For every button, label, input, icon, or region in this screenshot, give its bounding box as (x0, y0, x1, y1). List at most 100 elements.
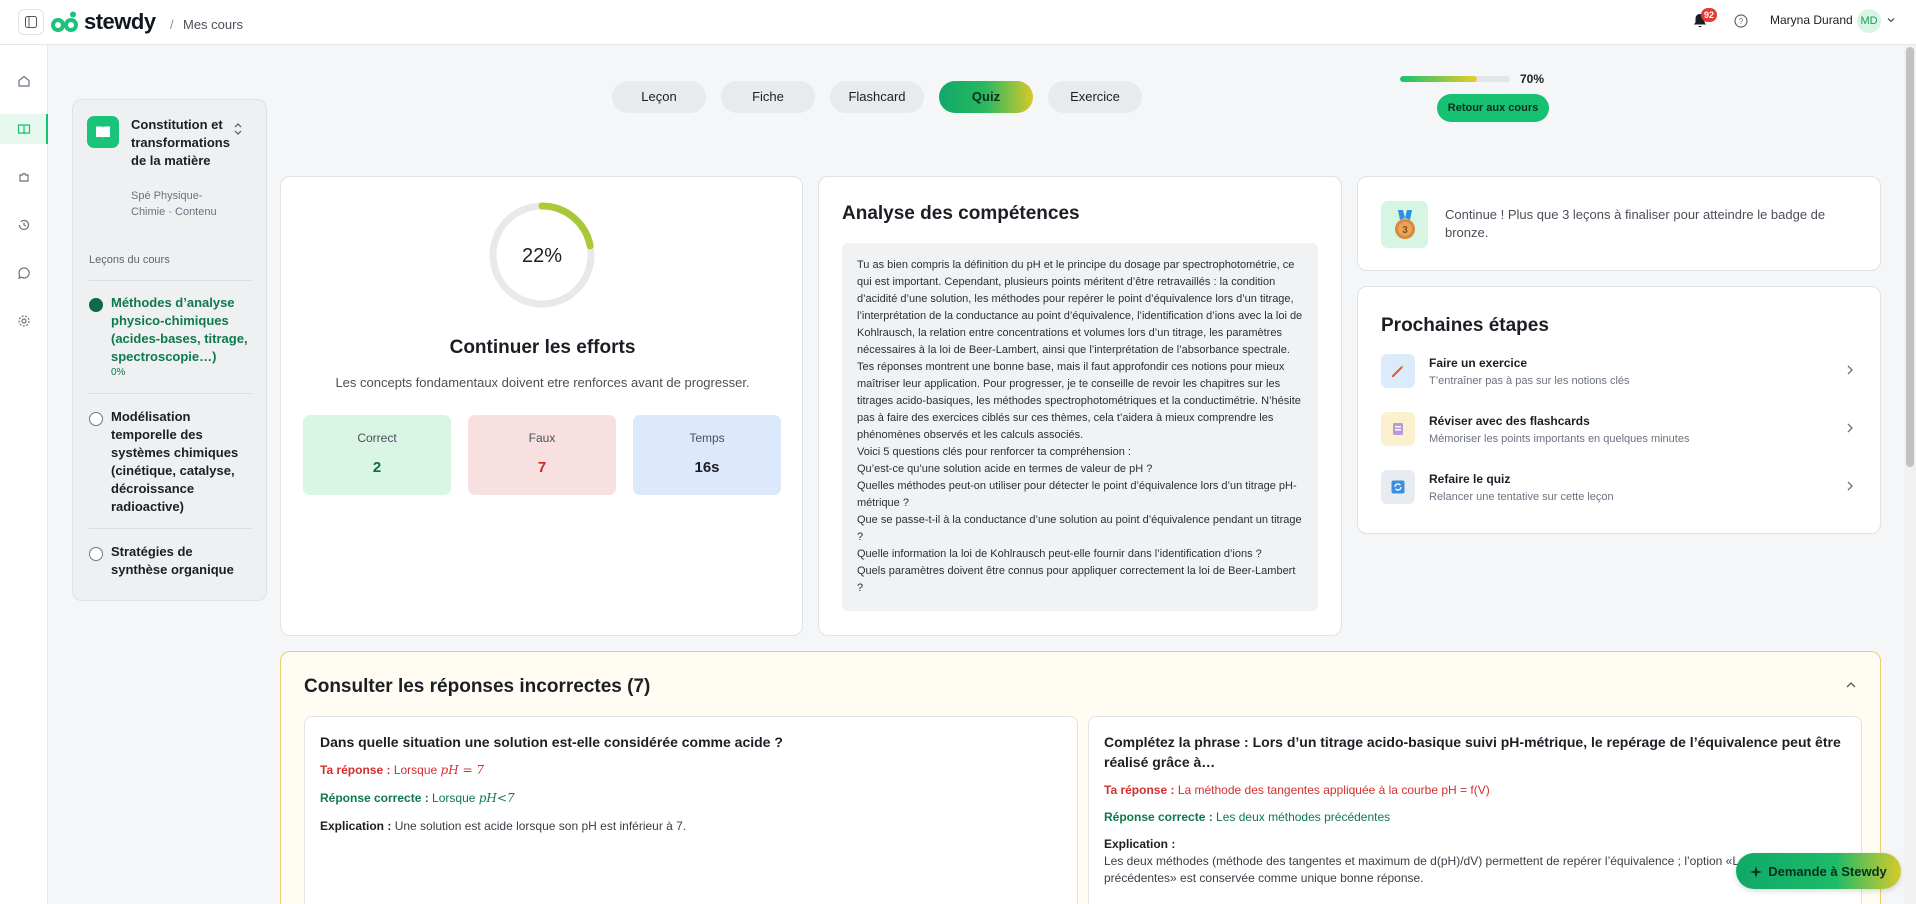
rail-item-settings[interactable] (0, 306, 48, 336)
svg-text:?: ? (1739, 17, 1744, 26)
your-answer: Ta réponse : Lorsque pH = 7 (320, 762, 1065, 779)
history-icon (18, 219, 30, 231)
badge-icon-tile: 3 (1381, 201, 1428, 248)
rail-item-home[interactable] (0, 66, 48, 96)
explanation-text: Une solution est acide lorsque son pH es… (394, 819, 687, 833)
scrollbar-thumb[interactable] (1906, 47, 1914, 467)
correct-answer-label: Réponse correcte : (1104, 810, 1213, 824)
time-stat: Temps 16s (633, 415, 781, 495)
tab-lecon[interactable]: Leçon (612, 81, 706, 113)
correct-value: 2 (372, 459, 382, 476)
course-progress-fill (1400, 76, 1477, 82)
svg-text:3: 3 (1402, 225, 1408, 236)
rail-item-exercises[interactable] (0, 162, 48, 192)
skills-analysis-card: Analyse des compétences Tu as bien compr… (818, 176, 1342, 636)
analysis-question: Quels paramètres doivent être connus pou… (857, 565, 1296, 594)
next-step-exercise[interactable]: Faire un exercice T’entraîner pas à pas … (1381, 354, 1861, 394)
explanation: Explication : Une solution est acide lor… (320, 818, 1065, 835)
incorrect-answers-panel: Consulter les réponses incorrectes (7) D… (280, 651, 1881, 904)
analysis-title: Analyse des compétences (842, 203, 1080, 224)
score-title: Continuer les efforts (449, 337, 636, 358)
explanation-label: Explication : (1104, 837, 1176, 851)
lesson-item[interactable]: Méthodes d’analyse physico-chimiques (ac… (89, 294, 259, 384)
question-text: Complétez la phrase : Lors d’un titrage … (1104, 734, 1841, 770)
app-logo[interactable]: stewdy (50, 8, 156, 36)
tab-exercice[interactable]: Exercice (1048, 81, 1142, 113)
correct-stat: Correct 2 (303, 415, 451, 495)
correct-answer-label: Réponse correcte : (320, 791, 429, 805)
next-step-retake-quiz[interactable]: Refaire le quiz Relancer une tentative s… (1381, 470, 1861, 510)
step-subtitle: T’entraîner pas à pas sur les notions cl… (1429, 375, 1630, 387)
incorrect-answers-title[interactable]: Consulter les réponses incorrectes (7) (304, 676, 650, 698)
ask-stewdy-button[interactable]: Demande à Stewdy (1736, 853, 1901, 889)
flashcard-icon (1393, 423, 1403, 435)
notification-badge: 92 (1701, 8, 1718, 22)
correct-answer-text: Les deux méthodes précédentes (1216, 810, 1391, 824)
lesson-item[interactable]: Modélisation temporelle des systèmes chi… (89, 408, 259, 514)
your-answer-label: Ta réponse : (320, 763, 391, 777)
rail-item-history[interactable] (0, 210, 48, 240)
chat-icon (18, 267, 30, 279)
course-progress-bar (1400, 76, 1510, 82)
lesson-status-dot (89, 298, 103, 312)
next-steps-title: Prochaines étapes (1381, 315, 1549, 336)
analysis-question: Quelles méthodes peut-on utiliser pour d… (857, 480, 1297, 509)
chevron-down-icon[interactable] (1886, 15, 1896, 25)
analysis-questions-intro: Voici 5 questions clés pour renforcer ta… (857, 446, 1131, 458)
book-icon (17, 124, 31, 135)
divider (89, 528, 252, 529)
chevron-up-down-icon[interactable] (233, 122, 243, 136)
your-answer-math: pH = 7 (440, 763, 484, 777)
ask-stewdy-label: Demande à Stewdy (1768, 863, 1887, 879)
user-name[interactable]: Maryna Durand (1770, 13, 1853, 27)
next-step-flashcards[interactable]: Réviser avec des flashcards Mémoriser le… (1381, 412, 1861, 452)
analysis-text: Tu as bien compris la définition du pH e… (842, 243, 1318, 611)
your-answer-text: Lorsque (393, 763, 441, 777)
incorrect-answer-card: Dans quelle situation une solution est-e… (304, 716, 1078, 904)
open-book-icon (96, 126, 110, 138)
correct-answer: Réponse correcte : Les deux méthodes pré… (1104, 809, 1849, 826)
tab-quiz[interactable]: Quiz (939, 81, 1033, 113)
your-answer-label: Ta réponse : (1104, 783, 1175, 797)
home-icon (18, 75, 30, 87)
lesson-status-dot (89, 412, 103, 426)
rail-item-chat[interactable] (0, 258, 48, 288)
lesson-title: Stratégies de synthèse organique (111, 544, 234, 577)
back-to-courses-button[interactable]: Retour aux cours (1437, 94, 1549, 122)
analysis-paragraph: Tu as bien compris la définition du pH e… (857, 259, 1303, 441)
badge-progress-card: 3 Continue ! Plus que 3 leçons à finalis… (1357, 176, 1881, 271)
time-value: 16s (694, 459, 720, 476)
tab-fiche[interactable]: Fiche (721, 81, 815, 113)
chevron-up-icon[interactable] (1845, 680, 1857, 690)
explanation-label: Explication : (320, 819, 392, 833)
chevron-right-icon (1847, 481, 1853, 491)
app-name: stewdy (84, 9, 156, 34)
step-title: Refaire le quiz (1429, 472, 1511, 486)
puzzle-icon (19, 172, 29, 182)
tab-flashcard[interactable]: Flashcard (830, 81, 924, 113)
step-icon-tile (1381, 412, 1415, 446)
help-icon[interactable]: ? (1733, 13, 1749, 29)
refresh-icon (1391, 480, 1405, 494)
page-scrollbar[interactable] (1904, 45, 1916, 904)
correct-label: Correct (357, 431, 397, 445)
breadcrumb[interactable]: Mes cours (183, 17, 243, 32)
bronze-medal-icon: 3 (1395, 210, 1415, 239)
lesson-status-dot (89, 547, 103, 561)
score-percent: 22% (521, 245, 563, 267)
lesson-item[interactable]: Stratégies de synthèse organique (89, 543, 259, 583)
score-description: Les concepts fondamentaux doivent etre r… (335, 375, 750, 390)
breadcrumb-separator: / (170, 17, 174, 32)
avatar[interactable]: MD (1857, 9, 1881, 33)
top-bar: stewdy / Mes cours 92 ? Maryna Durand MD (0, 0, 1916, 45)
divider (89, 280, 252, 281)
step-subtitle: Mémoriser les points importants en quelq… (1429, 433, 1690, 445)
correct-answer-math: pH<7 (478, 791, 515, 805)
rail-item-courses[interactable] (0, 114, 48, 144)
analysis-question: Qu’est-ce qu’une solution acide en terme… (857, 463, 1153, 475)
sidebar-toggle-button[interactable] (18, 9, 44, 35)
pencil-icon (1392, 365, 1404, 377)
wrong-label: Faux (528, 431, 556, 445)
chevron-right-icon (1847, 365, 1853, 375)
settings-icon (18, 315, 30, 327)
